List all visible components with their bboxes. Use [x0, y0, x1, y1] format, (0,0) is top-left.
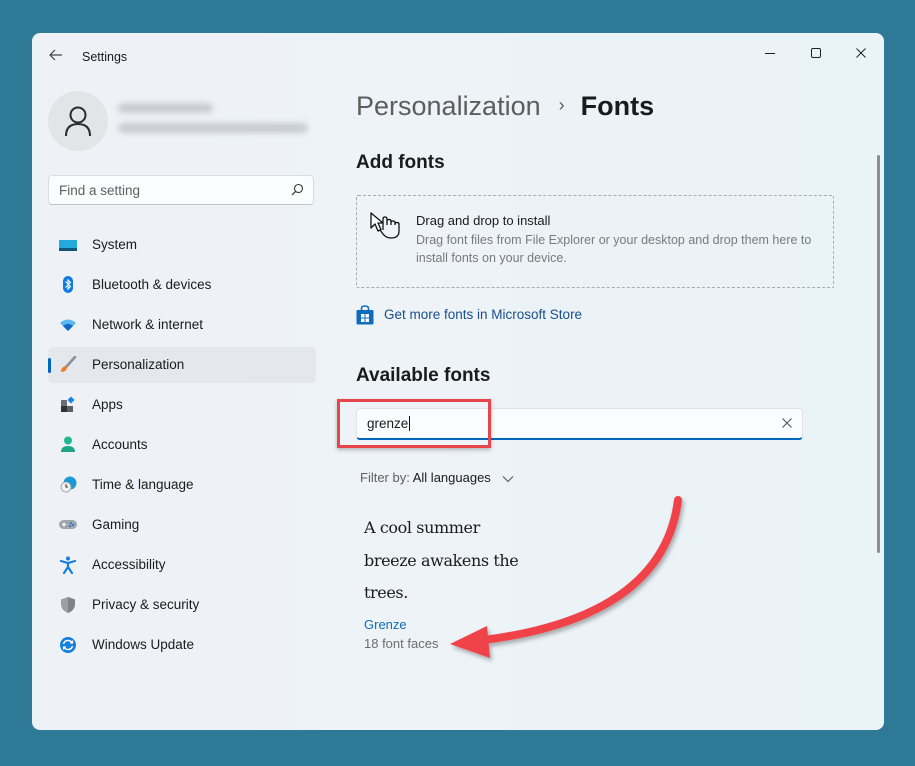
font-card-grenze[interactable]: A cool summer breeze awakens the trees. …	[356, 507, 556, 657]
language-filter-dropdown[interactable]: Filter by: All languages	[360, 470, 514, 485]
font-drop-zone[interactable]: Drag and drop to install Drag font files…	[356, 195, 834, 288]
app-title: Settings	[82, 50, 128, 64]
chevron-down-icon	[503, 475, 514, 482]
sidebar-item-label: Apps	[92, 397, 123, 412]
font-name: Grenze	[364, 617, 407, 632]
add-fonts-heading: Add fonts	[356, 152, 445, 173]
font-search-value: grenze	[367, 416, 411, 431]
main-content: Personalization › Fonts Add fonts Drag and…	[337, 33, 876, 730]
vertical-scrollbar[interactable]	[877, 155, 880, 553]
sidebar-item-label: Gaming	[92, 517, 140, 532]
text-caret	[409, 416, 411, 431]
sidebar-nav: System Bluetooth & devices Network & int…	[48, 227, 316, 667]
breadcrumb-separator: ›	[558, 95, 565, 115]
filter-value: All languages	[412, 470, 491, 485]
font-search-text: grenze	[367, 416, 409, 431]
font-preview-text: A cool summer breeze awakens the trees.	[364, 518, 519, 602]
sidebar-item-label: Privacy & security	[92, 597, 200, 612]
arrow-left-icon	[49, 49, 62, 61]
page-title: Fonts	[580, 91, 655, 121]
search-icon	[291, 183, 304, 196]
sidebar-item-label: Time & language	[92, 477, 194, 492]
shield-icon	[61, 597, 75, 613]
microsoft-store-icon	[356, 305, 374, 325]
drop-zone-description: Drag font files from File Explorer or yo…	[416, 233, 812, 265]
available-fonts-heading: Available fonts	[356, 365, 491, 386]
sidebar-item-apps[interactable]: Apps	[48, 387, 316, 423]
apps-icon	[61, 396, 75, 412]
sidebar-item-gaming[interactable]: Gaming	[48, 507, 316, 543]
filter-label: Filter by:	[360, 470, 410, 485]
sidebar-item-time-language[interactable]: Time & language	[48, 467, 316, 503]
breadcrumb-parent[interactable]: Personalization	[356, 91, 541, 121]
sidebar-item-accounts[interactable]: Accounts	[48, 427, 316, 463]
settings-search-input[interactable]: Find a setting	[48, 175, 314, 205]
sidebar-item-network[interactable]: Network & internet	[48, 307, 316, 343]
font-search-input[interactable]: grenze	[356, 408, 803, 440]
sidebar-item-label: Windows Update	[92, 637, 195, 652]
drag-hand-icon	[370, 212, 400, 239]
update-icon	[60, 637, 76, 653]
sidebar-item-label: Bluetooth & devices	[92, 277, 212, 292]
accounts-icon	[61, 436, 75, 452]
paintbrush-icon	[61, 356, 77, 372]
search-placeholder: Find a setting	[59, 183, 141, 198]
back-button[interactable]	[46, 47, 66, 67]
person-icon	[65, 106, 91, 137]
system-icon	[59, 240, 77, 251]
bluetooth-icon	[63, 276, 73, 293]
sidebar-item-label: Accounts	[92, 437, 148, 452]
sidebar-item-personalization[interactable]: Personalization	[48, 347, 316, 383]
profile-info-blurred	[118, 103, 308, 143]
wifi-icon	[60, 319, 76, 331]
clock-globe-icon	[60, 476, 77, 493]
clear-icon[interactable]	[780, 416, 794, 430]
drop-zone-title: Drag and drop to install	[416, 213, 551, 228]
accessibility-icon	[59, 556, 77, 574]
profile-email-blurred	[118, 123, 308, 133]
sidebar-item-privacy-security[interactable]: Privacy & security	[48, 587, 316, 623]
profile-name-blurred	[118, 103, 213, 113]
sidebar-item-bluetooth[interactable]: Bluetooth & devices	[48, 267, 316, 303]
avatar[interactable]	[48, 91, 108, 151]
sidebar-item-label: Accessibility	[92, 557, 166, 572]
sidebar-item-windows-update[interactable]: Windows Update	[48, 627, 316, 663]
sidebar-item-label: Network & internet	[92, 317, 204, 332]
sidebar-item-system[interactable]: System	[48, 227, 316, 263]
breadcrumb: Personalization › Fonts	[356, 91, 654, 122]
store-link-label: Get more fonts in Microsoft Store	[384, 307, 583, 322]
sidebar-item-label: System	[92, 237, 138, 252]
sidebar-item-accessibility[interactable]: Accessibility	[48, 547, 316, 583]
settings-window: Settings Find a setting System Bluetooth…	[32, 33, 884, 730]
sidebar-item-label: Personalization	[92, 357, 185, 372]
gamepad-icon	[59, 520, 77, 529]
font-faces-count: 18 font faces	[364, 636, 439, 651]
